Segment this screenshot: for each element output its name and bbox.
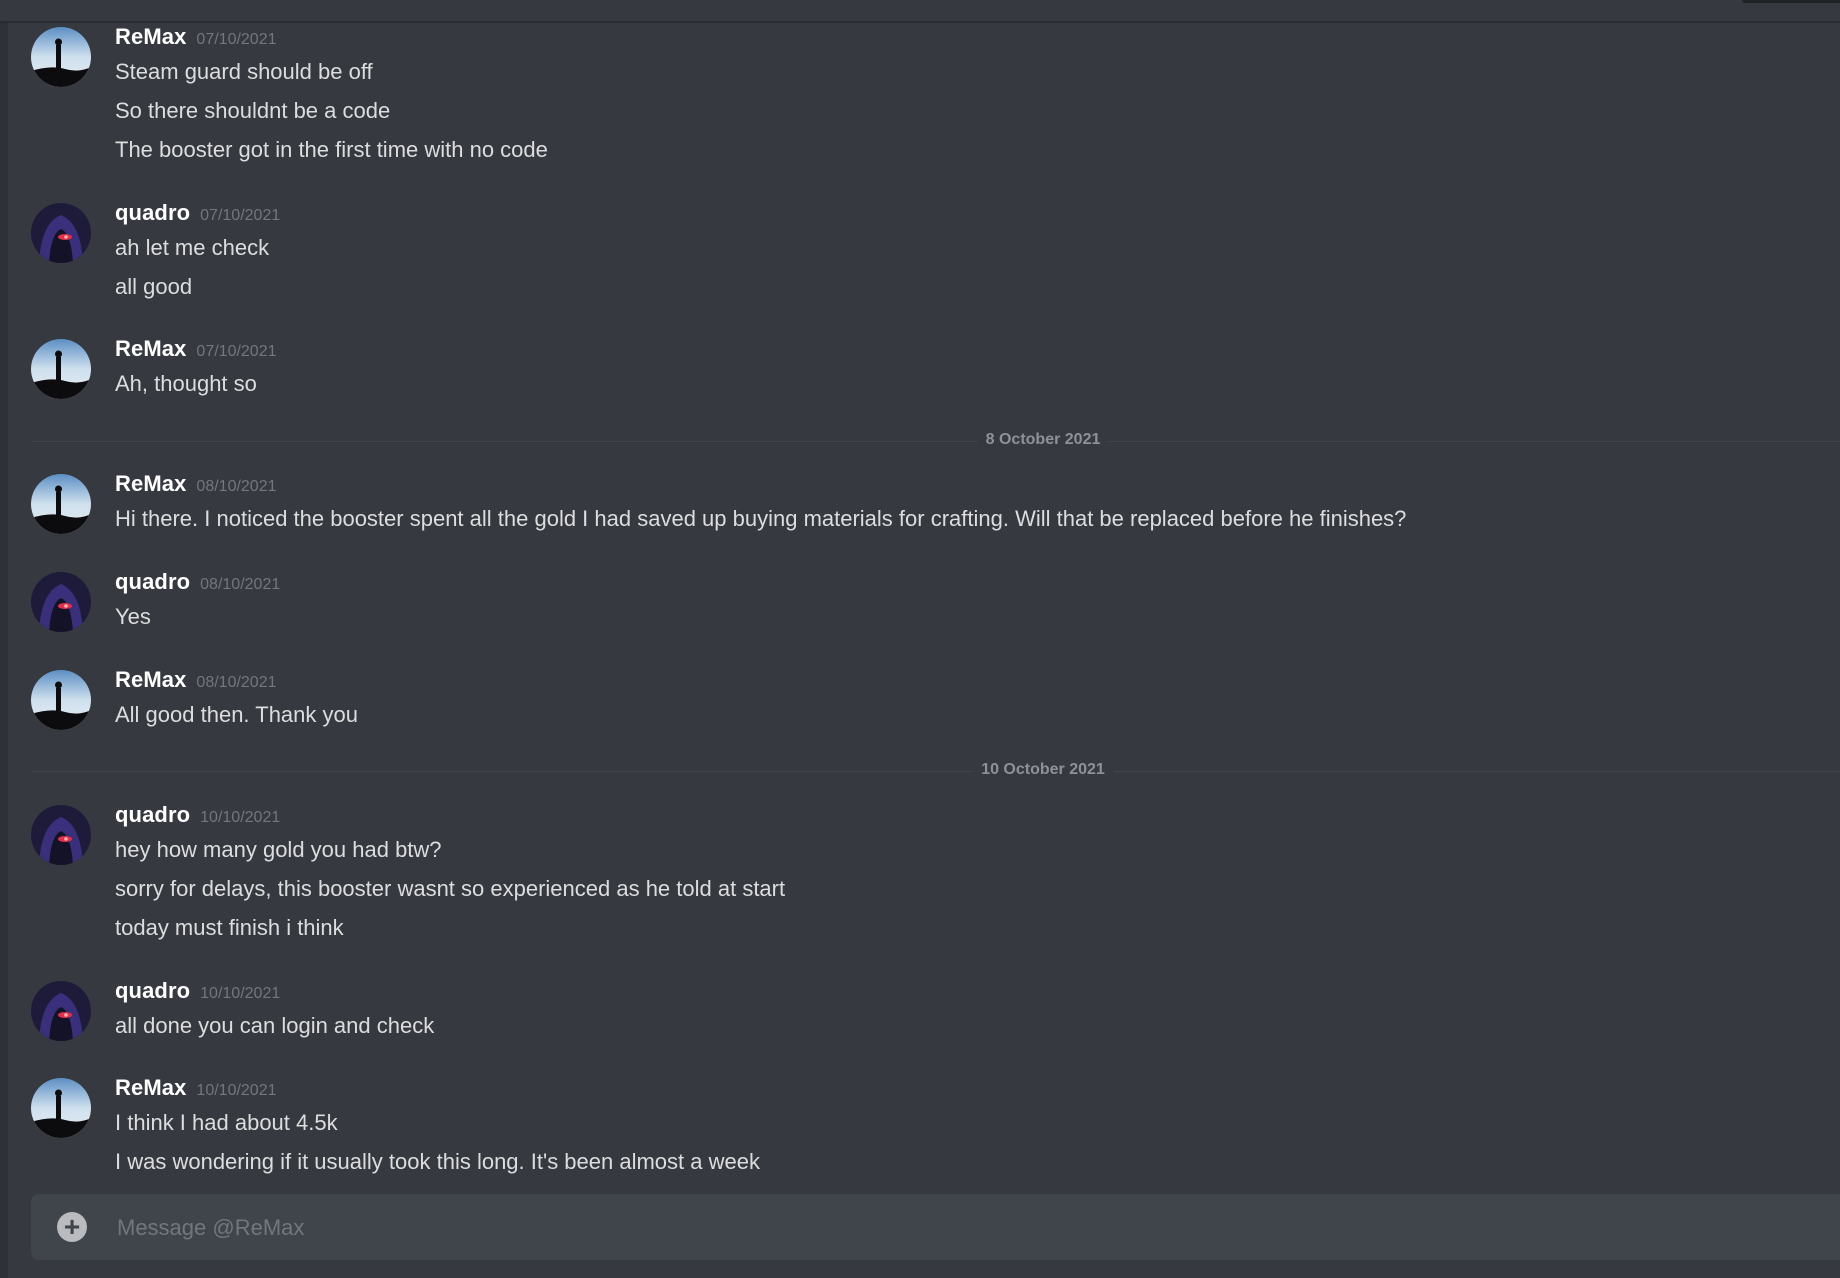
avatar[interactable]	[31, 27, 91, 87]
message-group: quadro 10/10/2021 hey how many gold you ha…	[0, 800, 1840, 957]
username[interactable]: ReMax	[115, 1075, 186, 1100]
message-header: quadro 10/10/2021	[115, 978, 280, 1006]
username[interactable]: quadro	[115, 569, 190, 594]
silhouette-avatar	[31, 1078, 91, 1138]
message-header: ReMax 08/10/2021	[115, 471, 277, 499]
username[interactable]: ReMax	[115, 336, 186, 361]
message-input[interactable]	[115, 1205, 1819, 1251]
avatar[interactable]	[31, 339, 91, 399]
message-group: ReMax 10/10/2021 I think I had about 4.5k I…	[0, 1073, 1840, 1191]
hooded-figure-avatar	[31, 981, 91, 1041]
avatar[interactable]	[31, 981, 91, 1041]
message-text: The booster got in the first time with n…	[115, 137, 548, 162]
message-header: ReMax 08/10/2021	[115, 667, 277, 695]
message-header: quadro 08/10/2021	[115, 569, 280, 597]
silhouette-avatar	[31, 474, 91, 534]
message-group: ReMax 08/10/2021 All good then. Thank you	[0, 665, 1840, 744]
timestamp: 10/10/2021	[196, 1082, 277, 1099]
message-list: ReMax 07/10/2021 Steam guard should be off…	[0, 0, 1840, 1190]
hooded-figure-avatar	[31, 203, 91, 263]
message-group: quadro 07/10/2021 ah let me check all good	[0, 198, 1840, 316]
message-text: Yes	[115, 604, 151, 629]
date-divider-label: 8 October 2021	[977, 431, 1109, 449]
avatar[interactable]	[31, 805, 91, 865]
silhouette-avatar	[31, 670, 91, 730]
timestamp: 07/10/2021	[196, 343, 277, 360]
message-text: today must finish i think	[115, 915, 344, 940]
hooded-figure-avatar	[31, 805, 91, 865]
avatar[interactable]	[31, 474, 91, 534]
plus-circle-icon[interactable]: +	[57, 1212, 87, 1242]
message-group: quadro 08/10/2021 Yes	[0, 567, 1840, 646]
date-divider-label: 10 October 2021	[973, 761, 1113, 779]
timestamp: 08/10/2021	[196, 478, 277, 495]
message-text: All good then. Thank you	[115, 702, 358, 727]
message-text: sorry for delays, this booster wasnt so …	[115, 876, 786, 901]
message-composer: +	[31, 1194, 1840, 1260]
username[interactable]: ReMax	[115, 667, 186, 692]
date-divider	[31, 771, 1840, 772]
avatar[interactable]	[31, 670, 91, 730]
message-group: ReMax 07/10/2021 Ah, thought so	[0, 334, 1840, 413]
message-text: all done you can login and check	[115, 1013, 435, 1038]
avatar[interactable]	[31, 1078, 91, 1138]
avatar[interactable]	[31, 203, 91, 263]
timestamp: 10/10/2021	[200, 809, 281, 826]
username[interactable]: ReMax	[115, 471, 186, 496]
message-text: Steam guard should be off	[115, 59, 373, 84]
date-divider	[31, 441, 1840, 442]
message-text: all good	[115, 274, 193, 299]
hooded-figure-avatar	[31, 572, 91, 632]
timestamp: 07/10/2021	[196, 31, 277, 48]
username[interactable]: quadro	[115, 200, 190, 225]
avatar[interactable]	[31, 572, 91, 632]
message-header: quadro 07/10/2021	[115, 200, 280, 228]
silhouette-avatar	[31, 27, 91, 87]
message-group: ReMax 07/10/2021 Steam guard should be off…	[0, 22, 1840, 179]
timestamp: 07/10/2021	[200, 207, 281, 224]
message-text: Hi there. I noticed the booster spent al…	[115, 506, 1407, 531]
message-header: quadro 10/10/2021	[115, 802, 280, 830]
timestamp: 10/10/2021	[200, 985, 281, 1002]
message-group: quadro 10/10/2021 all done you can login a…	[0, 976, 1840, 1055]
timestamp: 08/10/2021	[196, 674, 277, 691]
message-text: I was wondering if it usually took this …	[115, 1149, 760, 1174]
message-header: ReMax 07/10/2021	[115, 24, 277, 52]
username[interactable]: ReMax	[115, 24, 186, 49]
message-text: Ah, thought so	[115, 371, 257, 396]
username[interactable]: quadro	[115, 802, 190, 827]
message-text: So there shouldnt be a code	[115, 98, 391, 123]
message-text: ah let me check	[115, 235, 270, 260]
message-text: hey how many gold you had btw?	[115, 837, 442, 862]
message-text: I think I had about 4.5k	[115, 1110, 338, 1135]
silhouette-avatar	[31, 339, 91, 399]
message-header: ReMax 10/10/2021	[115, 1075, 277, 1103]
timestamp: 08/10/2021	[200, 576, 281, 593]
username[interactable]: quadro	[115, 978, 190, 1003]
message-header: ReMax 07/10/2021	[115, 336, 277, 364]
message-group: ReMax 08/10/2021 Hi there. I noticed the b…	[0, 469, 1840, 548]
